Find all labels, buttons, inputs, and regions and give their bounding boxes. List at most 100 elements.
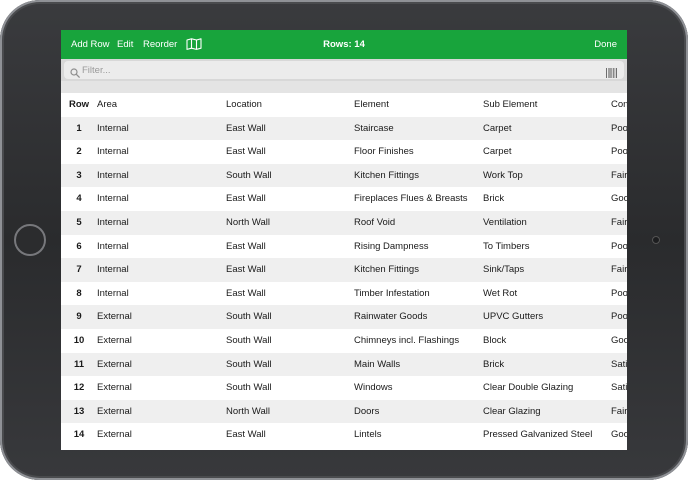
header-condition[interactable]: Condition (611, 93, 627, 117)
table-row[interactable]: 12 External South Wall Windows Clear Double … (61, 376, 627, 400)
table-row[interactable]: 14 External East Wall Lintels Pressed Galvan… (61, 423, 627, 447)
barcode-icon[interactable] (606, 65, 617, 78)
cell-condition: Fair (611, 169, 627, 181)
cell-location: East Wall (226, 122, 266, 134)
cell-sub-element: To Timbers (483, 240, 530, 252)
cell-area: External (97, 311, 132, 323)
cell-sub-element: Ventilation (483, 216, 527, 228)
search-icon (70, 65, 80, 78)
cell-location: South Wall (226, 358, 272, 370)
table-row[interactable]: 1 Internal East Wall Staircase Carpet Poor (61, 116, 627, 141)
table-row[interactable]: 11 External South Wall Main Walls Brick Satis… (61, 352, 627, 377)
cell-location: East Wall (226, 193, 266, 205)
cell-row-number: 7 (76, 264, 82, 276)
table-header: Row Area Location Element Sub Element Co… (61, 93, 627, 117)
cell-condition: Poor (611, 146, 627, 158)
cell-area: External (97, 429, 132, 441)
cell-area: Internal (97, 240, 129, 252)
table-row[interactable]: 9 External South Wall Rainwater Goods UPVC G… (61, 305, 627, 329)
cell-sub-element: Clear Double Glazing (483, 382, 574, 394)
header-row[interactable]: Row (61, 93, 97, 117)
cell-row-number: 9 (76, 311, 82, 323)
table-row[interactable]: 3 Internal South Wall Kitchen Fittings Work … (61, 163, 627, 188)
header-location[interactable]: Location (226, 93, 262, 117)
cell-element: Windows (354, 382, 393, 394)
cell-sub-element: Clear Glazing (483, 405, 541, 417)
table-body: 1 Internal East Wall Staircase Carpet Poor 2 In… (61, 116, 627, 447)
cell-location: East Wall (226, 240, 266, 252)
cell-condition: Satisfactory (611, 358, 627, 370)
cell-location: South Wall (226, 169, 272, 181)
table-row[interactable]: 5 Internal North Wall Roof Void Ventilation F… (61, 210, 627, 235)
table-row[interactable]: 7 Internal East Wall Kitchen Fittings Sink/T… (61, 258, 627, 282)
section-spacer (61, 81, 627, 93)
toolbar: Add Row Edit Reorder Rows: 14 Done (61, 30, 627, 59)
cell-element: Roof Void (354, 216, 396, 228)
table-row[interactable]: 4 Internal East Wall Fireplaces Flues & Bre… (61, 187, 627, 211)
cell-location: East Wall (226, 264, 266, 276)
cell-location: East Wall (226, 146, 266, 158)
cell-row-number: 14 (73, 429, 85, 441)
header-sub-element[interactable]: Sub Element (483, 93, 537, 117)
cell-condition: Poor (611, 122, 627, 134)
cell-area: External (97, 405, 132, 417)
tablet-frame: Add Row Edit Reorder Rows: 14 Done Filte… (0, 0, 688, 480)
table-row[interactable]: 6 Internal East Wall Rising Dampness To Timb… (61, 235, 627, 259)
home-button[interactable] (14, 224, 46, 256)
table-row[interactable]: 10 External South Wall Chimneys incl. Flash… (61, 329, 627, 353)
cell-row-number: 5 (76, 216, 82, 228)
cell-condition: Fair (611, 216, 627, 228)
cell-sub-element: Carpet (483, 122, 512, 134)
cell-area: Internal (97, 146, 129, 158)
cell-element: Chimneys incl. Flashings (354, 334, 460, 346)
cell-area: Internal (97, 287, 129, 299)
cell-sub-element: Sink/Taps (483, 264, 525, 276)
cell-element: Main Walls (354, 358, 401, 370)
table-row[interactable]: 2 Internal East Wall Floor Finishes Carpet Po… (61, 140, 627, 164)
cell-element: Floor Finishes (354, 146, 414, 158)
cell-element: Rising Dampness (354, 240, 429, 252)
cell-condition: Good (611, 193, 627, 205)
row-count: Rows: 14 (323, 39, 365, 50)
cell-condition: Good (611, 334, 627, 346)
cell-row-number: 2 (76, 146, 82, 158)
table-row[interactable]: 8 Internal East Wall Timber Infestation Wet … (61, 282, 627, 306)
cell-element: Doors (354, 405, 380, 417)
cell-row-number: 10 (73, 334, 85, 346)
app-screen: Add Row Edit Reorder Rows: 14 Done Filte… (61, 30, 627, 450)
table-row[interactable]: 13 External North Wall Doors Clear Glazing Fa… (61, 399, 627, 424)
cell-condition: Satisfactory (611, 382, 627, 394)
cell-element: Timber Infestation (354, 287, 430, 299)
cell-element: Rainwater Goods (354, 311, 428, 323)
cell-row-number: 13 (73, 405, 85, 417)
cell-row-number: 6 (76, 240, 82, 252)
cell-condition: Good (611, 429, 627, 441)
cell-element: Kitchen Fittings (354, 264, 419, 276)
cell-sub-element: Wet Rot (483, 287, 518, 299)
cell-row-number: 11 (73, 358, 85, 370)
cell-location: East Wall (226, 429, 266, 441)
cell-element: Kitchen Fittings (354, 169, 419, 181)
cell-area: External (97, 382, 132, 394)
cell-area: Internal (97, 264, 129, 276)
cell-sub-element: Work Top (483, 169, 523, 181)
cell-sub-element: Brick (483, 193, 505, 205)
cell-sub-element: Pressed Galvanized Steel (483, 429, 593, 441)
camera (652, 236, 660, 244)
cell-location: South Wall (226, 334, 272, 346)
cell-element: Staircase (354, 122, 394, 134)
cell-condition: Poor (611, 287, 627, 299)
done-button[interactable]: Done (594, 39, 617, 50)
filter-input[interactable] (82, 62, 582, 78)
cell-area: Internal (97, 122, 129, 134)
cell-location: North Wall (226, 216, 270, 228)
cell-condition: Fair (611, 264, 627, 276)
cell-sub-element: Carpet (483, 146, 512, 158)
cell-area: Internal (97, 169, 129, 181)
cell-element: Lintels (354, 429, 382, 441)
cell-sub-element: Block (483, 334, 507, 346)
header-area[interactable]: Area (97, 93, 117, 117)
header-element[interactable]: Element (354, 93, 389, 117)
cell-location: South Wall (226, 311, 272, 323)
filter-field[interactable] (64, 61, 624, 79)
